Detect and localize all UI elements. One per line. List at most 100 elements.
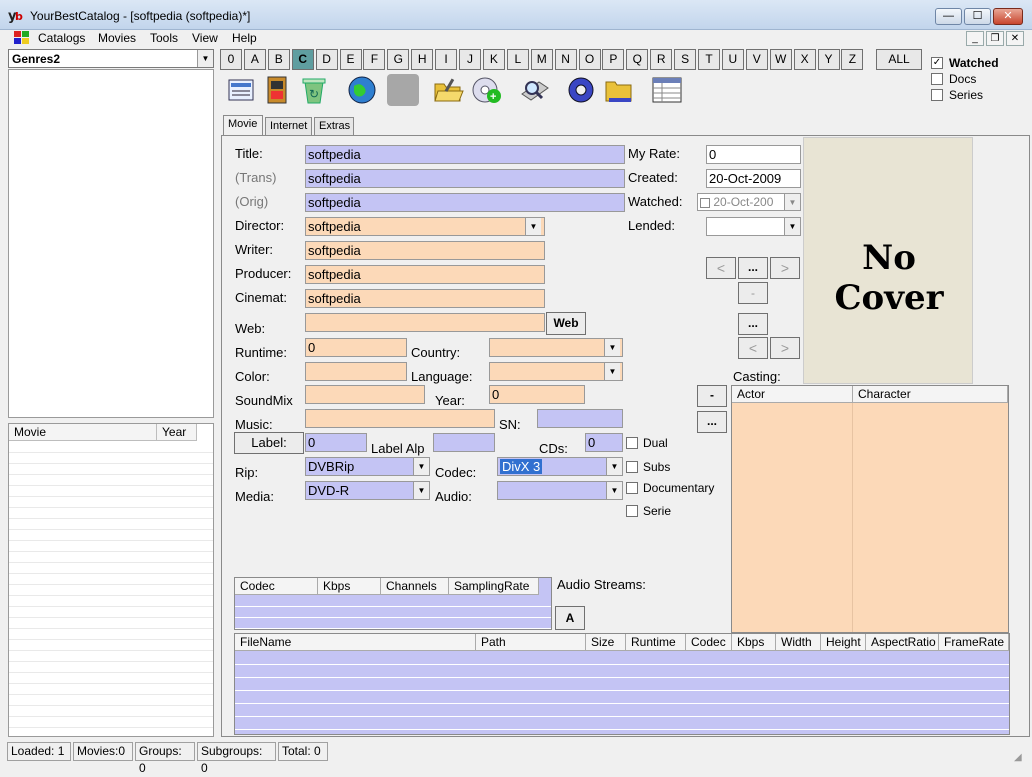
resize-grip-icon[interactable]: ◢ bbox=[1014, 752, 1028, 766]
close-button[interactable]: ✕ bbox=[993, 8, 1023, 25]
chevron-down-icon[interactable]: ▼ bbox=[784, 194, 800, 210]
folder-icon[interactable] bbox=[603, 74, 635, 106]
column-header-kbps[interactable]: Kbps bbox=[318, 578, 381, 595]
country-dropdown[interactable]: ▼ bbox=[489, 338, 623, 357]
letter-button-b[interactable]: B bbox=[267, 49, 290, 70]
letter-button-m[interactable]: M bbox=[530, 49, 553, 70]
letter-button-n[interactable]: N bbox=[554, 49, 577, 70]
column-header-filename[interactable]: FileName bbox=[235, 634, 476, 651]
letter-button-u[interactable]: U bbox=[721, 49, 744, 70]
watched-checkbox[interactable]: ✓ bbox=[931, 57, 943, 69]
title-field[interactable]: softpedia bbox=[305, 145, 625, 164]
series-checkbox[interactable] bbox=[931, 89, 943, 101]
letter-button-y[interactable]: Y bbox=[817, 49, 840, 70]
browse-button[interactable]: ... bbox=[738, 313, 768, 335]
serie-checkbox[interactable] bbox=[626, 505, 638, 517]
letter-button-d[interactable]: D bbox=[315, 49, 338, 70]
film-toolbar-icon[interactable] bbox=[262, 74, 294, 106]
column-header-codec[interactable]: Codec bbox=[235, 578, 318, 595]
letter-button-p[interactable]: P bbox=[602, 49, 625, 70]
web-field[interactable] bbox=[305, 313, 545, 332]
column-header-runtime[interactable]: Runtime bbox=[626, 634, 686, 651]
column-header-samplingrate[interactable]: SamplingRate bbox=[449, 578, 539, 595]
chevron-down-icon[interactable]: ▼ bbox=[606, 458, 622, 475]
remove-button[interactable]: - bbox=[738, 282, 768, 304]
chevron-down-icon[interactable]: ▼ bbox=[604, 339, 620, 356]
cover-prev-button[interactable]: < bbox=[738, 337, 768, 359]
column-header-movie[interactable]: Movie bbox=[9, 424, 157, 441]
prev-button[interactable]: < bbox=[706, 257, 736, 279]
column-header-character[interactable]: Character bbox=[853, 386, 1008, 403]
letter-button-w[interactable]: W bbox=[769, 49, 792, 70]
letter-button-t[interactable]: T bbox=[698, 49, 720, 70]
globe-icon[interactable] bbox=[346, 74, 378, 106]
letter-button-g[interactable]: G bbox=[387, 49, 410, 70]
label-field[interactable]: 0 bbox=[305, 433, 367, 452]
cinemat-field[interactable]: softpedia bbox=[305, 289, 545, 308]
audio-dropdown[interactable]: ▼ bbox=[497, 481, 623, 500]
soundmix-field[interactable] bbox=[305, 385, 425, 404]
column-header-framerate[interactable]: FrameRate bbox=[939, 634, 1009, 651]
chevron-down-icon[interactable]: ▼ bbox=[606, 482, 622, 499]
mdi-close-button[interactable]: ✕ bbox=[1006, 31, 1024, 46]
letter-button-0[interactable]: 0 bbox=[220, 49, 242, 70]
mdi-minimize-button[interactable]: _ bbox=[966, 31, 984, 46]
column-header-channels[interactable]: Channels bbox=[381, 578, 449, 595]
column-header-size[interactable]: Size bbox=[586, 634, 626, 651]
trans-title-field[interactable]: softpedia bbox=[305, 169, 625, 188]
language-dropdown[interactable]: ▼ bbox=[489, 362, 623, 381]
orig-title-field[interactable]: softpedia bbox=[305, 193, 625, 212]
audio-streams-grid[interactable]: Codec Kbps Channels SamplingRate bbox=[234, 577, 552, 630]
column-header-path[interactable]: Path bbox=[476, 634, 586, 651]
music-field[interactable] bbox=[305, 409, 495, 428]
cover-image[interactable]: No Cover bbox=[803, 137, 973, 384]
menu-movies[interactable]: Movies bbox=[98, 31, 136, 45]
casting-remove-button[interactable]: - bbox=[697, 385, 727, 407]
more-button[interactable]: ... bbox=[738, 257, 768, 279]
letter-button-c[interactable]: C bbox=[291, 49, 314, 70]
letter-button-o[interactable]: O bbox=[578, 49, 601, 70]
menu-tools[interactable]: Tools bbox=[150, 31, 178, 45]
search-scanner-icon[interactable] bbox=[519, 74, 551, 106]
all-letters-button[interactable]: ALL bbox=[876, 49, 922, 70]
letter-button-k[interactable]: K bbox=[482, 49, 505, 70]
letter-button-l[interactable]: L bbox=[506, 49, 529, 70]
next-button[interactable]: > bbox=[770, 257, 800, 279]
column-header-file-codec[interactable]: Codec bbox=[686, 634, 732, 651]
tab-extras[interactable]: Extras bbox=[314, 117, 354, 136]
menu-catalogs[interactable]: Catalogs bbox=[38, 31, 85, 45]
cover-next-button[interactable]: > bbox=[770, 337, 800, 359]
tab-internet[interactable]: Internet bbox=[265, 117, 312, 136]
letter-button-a[interactable]: A bbox=[243, 49, 266, 70]
watched-date-checkbox[interactable] bbox=[700, 197, 710, 208]
sn-field[interactable] bbox=[537, 409, 623, 428]
letter-button-v[interactable]: V bbox=[745, 49, 768, 70]
my-rate-field[interactable]: 0 bbox=[706, 145, 801, 164]
director-dropdown[interactable]: softpedia ▼ bbox=[305, 217, 545, 236]
docs-checkbox[interactable] bbox=[931, 73, 943, 85]
recycle-bin-icon[interactable]: ↻ bbox=[298, 74, 330, 106]
cds-field[interactable]: 0 bbox=[585, 433, 623, 452]
chevron-down-icon[interactable]: ▼ bbox=[525, 218, 541, 235]
created-field[interactable]: 20-Oct-2009 bbox=[706, 169, 801, 188]
catalog-toolbar-icon[interactable] bbox=[226, 74, 258, 106]
chevron-down-icon[interactable]: ▼ bbox=[784, 218, 800, 235]
letter-button-i[interactable]: I bbox=[435, 49, 458, 70]
tab-movie[interactable]: Movie bbox=[223, 115, 263, 136]
media-dropdown[interactable]: DVD-R ▼ bbox=[305, 481, 430, 500]
chevron-down-icon[interactable]: ▼ bbox=[413, 482, 429, 499]
column-header-aspectratio[interactable]: AspectRatio bbox=[866, 634, 939, 651]
menu-help[interactable]: Help bbox=[232, 31, 257, 45]
chevron-down-icon[interactable]: ▼ bbox=[413, 458, 429, 475]
watched-date-picker[interactable]: 20-Oct-200 ▼ bbox=[697, 193, 801, 211]
subs-checkbox[interactable] bbox=[626, 461, 638, 473]
casting-grid[interactable]: Actor Character bbox=[731, 385, 1009, 633]
letter-button-j[interactable]: J bbox=[459, 49, 481, 70]
letter-button-q[interactable]: Q bbox=[626, 49, 649, 70]
column-header-actor[interactable]: Actor bbox=[732, 386, 853, 403]
letter-button-s[interactable]: S bbox=[674, 49, 697, 70]
open-folder-icon[interactable] bbox=[432, 74, 464, 106]
label-alp-field[interactable] bbox=[433, 433, 495, 452]
letter-button-x[interactable]: X bbox=[793, 49, 816, 70]
genre-tree[interactable] bbox=[8, 69, 214, 418]
